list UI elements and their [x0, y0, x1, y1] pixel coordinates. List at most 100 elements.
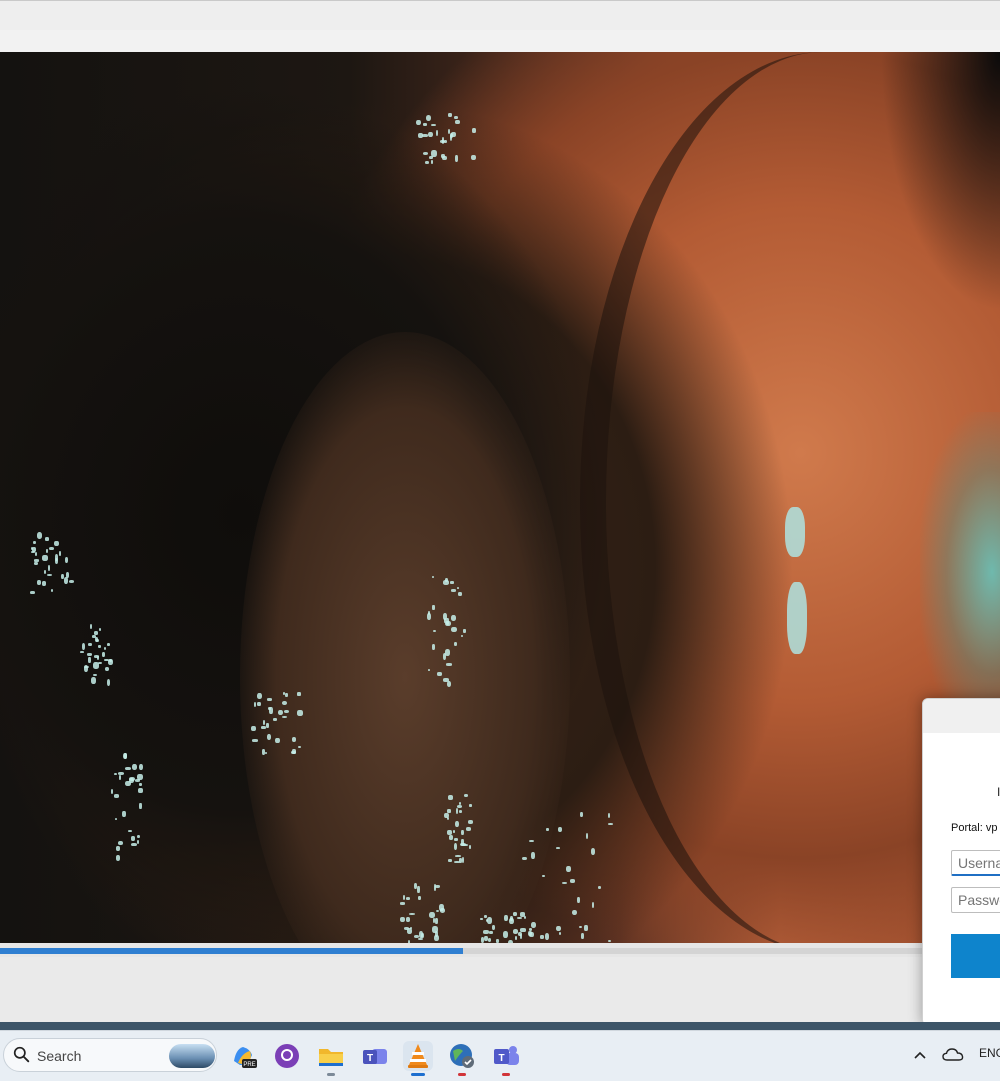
specular-speck	[118, 774, 121, 780]
specular-speck	[432, 926, 439, 934]
vlc-icon[interactable]	[403, 1041, 433, 1076]
specular-speck	[124, 753, 128, 760]
specular-speck	[34, 559, 40, 562]
specular-speck	[557, 826, 563, 833]
specular-speck	[555, 925, 561, 932]
github-desktop-icon[interactable]	[272, 1041, 302, 1071]
specular-speck	[463, 793, 468, 798]
specular-speck	[522, 856, 527, 861]
specular-speck	[565, 865, 572, 872]
connect-button[interactable]	[951, 934, 1000, 978]
specular-speck	[470, 155, 476, 161]
specular-speck	[509, 916, 513, 921]
search-label: Search	[37, 1048, 82, 1064]
specular-speck	[571, 909, 578, 916]
specular-speck	[607, 822, 613, 826]
video-frame[interactable]	[0, 52, 1000, 943]
specular-speck	[93, 673, 98, 677]
specular-speck	[47, 574, 53, 577]
specular-speck	[458, 809, 463, 813]
specular-speck	[544, 932, 550, 940]
specular-speck	[138, 763, 143, 770]
specular-speck	[252, 739, 259, 742]
specular-speck	[262, 720, 266, 725]
file-explorer-icon[interactable]	[316, 1041, 346, 1076]
teams-icon[interactable]: T	[491, 1041, 521, 1076]
specular-speck	[118, 840, 124, 846]
specular-speck	[53, 540, 59, 547]
specular-speck	[114, 817, 118, 821]
specular-speck	[413, 883, 417, 890]
specular-speck	[447, 809, 451, 813]
specular-speck	[43, 569, 47, 575]
specular-speck	[106, 642, 110, 646]
taskbar-search[interactable]: Search	[3, 1038, 217, 1072]
specular-speck	[266, 698, 272, 702]
specular-speck	[422, 151, 429, 155]
username-field[interactable]	[951, 850, 1000, 876]
specular-speck	[80, 651, 84, 654]
specular-speck	[131, 763, 137, 770]
password-field[interactable]	[951, 887, 1000, 913]
specular-speck	[519, 934, 522, 940]
specular-speck	[36, 579, 42, 585]
seek-bar[interactable]	[0, 943, 1000, 957]
specular-speck	[529, 927, 533, 931]
specular-speck	[461, 829, 464, 836]
specular-speck	[463, 628, 466, 633]
teams-classic-icon[interactable]: T	[360, 1041, 390, 1071]
specular-speck	[431, 150, 437, 158]
specular-speck	[104, 646, 107, 650]
specular-speck	[454, 820, 459, 828]
specular-speck	[91, 677, 97, 684]
specular-speck	[65, 572, 70, 578]
specular-speck	[504, 915, 509, 921]
chevron-up-icon[interactable]	[913, 1049, 927, 1061]
specular-speck	[33, 540, 36, 545]
specular-speck	[468, 844, 471, 849]
specular-speck	[448, 859, 452, 863]
specular-speck	[414, 934, 419, 939]
specular-speck	[400, 902, 406, 905]
specular-speck	[480, 917, 483, 920]
specular-speck	[519, 912, 525, 917]
specular-speck	[425, 161, 429, 165]
specular-speck	[448, 113, 452, 117]
specular-speck	[114, 794, 120, 798]
specular-speck	[106, 678, 111, 686]
specular-speck	[400, 916, 406, 922]
taskbar: Search PRE T T EN	[0, 1030, 1000, 1081]
specular-speck	[430, 123, 436, 127]
specular-speck	[418, 937, 423, 941]
search-icon	[13, 1046, 30, 1063]
specular-speck	[88, 657, 91, 663]
specular-speck	[30, 590, 35, 594]
specular-speck	[512, 929, 519, 934]
dialog-title-bar[interactable]	[923, 699, 1000, 733]
specular-speck	[502, 931, 508, 938]
specular-speck	[81, 643, 85, 650]
vpn-globe-icon[interactable]	[447, 1041, 477, 1076]
specular-speck	[409, 912, 416, 915]
specular-speck	[101, 651, 105, 657]
specular-speck	[131, 843, 138, 847]
specular-speck	[455, 119, 460, 125]
specular-speck	[139, 802, 142, 810]
specular-speck	[416, 119, 422, 126]
specular-speck	[84, 665, 89, 673]
copilot-pre-icon[interactable]: PRE	[228, 1041, 258, 1071]
specular-speck	[96, 638, 100, 642]
onedrive-cloud-icon[interactable]	[942, 1047, 964, 1063]
language-indicator[interactable]: ENG	[979, 1046, 1000, 1060]
specular-speck	[42, 581, 47, 586]
specular-speck	[429, 911, 436, 918]
specular-speck	[36, 532, 43, 540]
specular-speck	[459, 857, 462, 863]
specular-speck	[268, 707, 271, 710]
specular-speck	[122, 811, 126, 818]
specular-speck	[448, 795, 454, 800]
specular-speck	[580, 932, 584, 939]
specular-speck	[292, 749, 296, 754]
specular-speck	[113, 772, 117, 776]
specular-speck	[68, 579, 75, 584]
